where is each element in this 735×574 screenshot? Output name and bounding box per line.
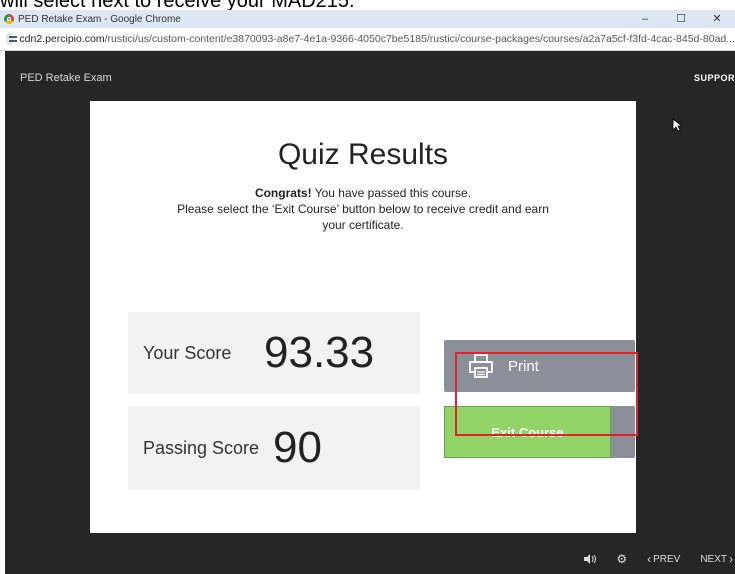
address-bar[interactable]: cdn2.percipio.com/rustici/us/custom-cont… xyxy=(0,28,735,51)
url-host: cdn2.percipio.com xyxy=(19,33,105,45)
quiz-results-title: Quiz Results xyxy=(277,138,449,171)
instruction-line-2: your certificate. xyxy=(322,218,404,232)
player-footer: ⚙ ‹ PREV NEXT › xyxy=(564,552,735,566)
next-button[interactable]: NEXT › xyxy=(700,552,733,566)
gear-icon[interactable]: ⚙ xyxy=(616,552,627,566)
next-label: NEXT xyxy=(700,553,727,565)
window-title: PED Retake Exam - Google Chrome xyxy=(18,13,181,25)
passing-score-value: 90 xyxy=(273,423,322,472)
maximize-button[interactable]: ☐ xyxy=(663,10,699,28)
your-score-label: Your Score xyxy=(143,342,232,363)
volume-icon[interactable] xyxy=(584,554,597,564)
support-link[interactable]: SUPPOR xyxy=(694,73,735,83)
mouse-cursor-icon xyxy=(672,118,682,132)
your-score-box: Your Score 93.33 xyxy=(128,312,420,394)
congrats-text: Congrats! xyxy=(254,186,312,200)
prev-label: PREV xyxy=(653,553,681,565)
quiz-results-panel: Quiz Results Congrats! You have passed t… xyxy=(90,101,636,533)
passed-text: You have passed this course. xyxy=(311,186,472,200)
window-controls: – ☐ ✕ xyxy=(627,10,735,28)
your-score-value: 93.33 xyxy=(264,328,375,377)
annotation-highlight-box xyxy=(455,352,638,436)
passing-score-label: Passing Score xyxy=(143,437,260,458)
chrome-icon xyxy=(4,14,14,24)
instruction-line-1: Please select the ‘Exit Course’ button b… xyxy=(177,202,549,216)
minimize-button[interactable]: – xyxy=(627,10,663,28)
browser-title-bar: PED Retake Exam - Google Chrome – ☐ ✕ xyxy=(0,10,735,28)
course-title: PED Retake Exam xyxy=(20,72,112,84)
site-info-icon[interactable] xyxy=(6,33,18,45)
url-path: /rustici/us/custom-content/e3870093-a8e7… xyxy=(104,33,735,45)
chevron-left-icon: ‹ xyxy=(647,552,652,566)
course-player: PED Retake Exam SUPPOR Quiz Results Cong… xyxy=(5,51,735,574)
close-button[interactable]: ✕ xyxy=(699,10,735,28)
result-message: Congrats! You have passed this course. P… xyxy=(90,185,636,233)
prev-button[interactable]: ‹ PREV xyxy=(647,552,680,566)
passing-score-box: Passing Score 90 xyxy=(128,406,420,490)
chevron-right-icon: › xyxy=(729,552,733,566)
